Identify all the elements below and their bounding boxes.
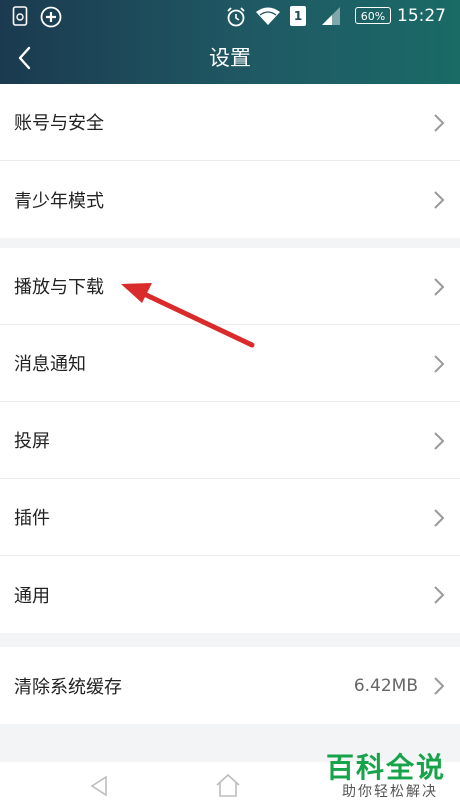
nav-back-button[interactable] [88, 774, 110, 798]
phone-icon [12, 6, 28, 26]
row-label: 播放与下载 [14, 277, 104, 298]
wifi-icon [256, 7, 280, 25]
settings-row-notifications[interactable]: 消息通知 [0, 325, 460, 402]
row-label: 消息通知 [14, 354, 86, 375]
row-label: 账号与安全 [14, 113, 104, 134]
settings-group-cache: 清除系统缓存 6.42MB [0, 647, 460, 724]
battery-indicator: 60% [355, 7, 391, 24]
chevron-right-icon [434, 278, 445, 296]
row-label: 青少年模式 [14, 190, 104, 212]
triangle-back-icon [90, 775, 107, 797]
alarm-icon [227, 7, 245, 27]
plus-circle-icon [40, 6, 62, 28]
chevron-right-icon [434, 432, 445, 450]
chevron-right-icon [434, 355, 445, 373]
settings-group-account: 账号与安全 青少年模式 [0, 84, 460, 238]
cache-size-value: 6.42MB [353, 675, 418, 696]
chevron-right-icon [434, 677, 445, 695]
nav-home-button[interactable] [214, 772, 242, 798]
chevron-right-icon [434, 114, 445, 132]
row-label: 通用 [14, 585, 50, 607]
settings-row-playback-download[interactable]: 播放与下载 [0, 248, 460, 325]
settings-row-teen-mode[interactable]: 青少年模式 [0, 161, 460, 238]
settings-row-cast[interactable]: 投屏 [0, 402, 460, 479]
settings-row-account-security[interactable]: 账号与安全 [0, 84, 460, 161]
signal-icon [322, 7, 340, 25]
home-icon [216, 773, 240, 797]
chevron-right-icon [434, 191, 445, 209]
row-label: 插件 [14, 508, 50, 529]
settings-row-clear-cache[interactable]: 清除系统缓存 6.42MB [0, 647, 460, 724]
chevron-right-icon [434, 586, 445, 604]
top-bar: 1 60% 15:27 设置 [0, 0, 460, 84]
status-bar: 1 60% 15:27 [0, 0, 460, 34]
row-label: 投屏 [14, 431, 50, 452]
settings-group-general: 播放与下载 消息通知 投屏 插件 通用 [0, 248, 460, 633]
page-title: 设置 [209, 46, 251, 70]
row-label: 清除系统缓存 [14, 676, 122, 698]
settings-row-plugins[interactable]: 插件 [0, 479, 460, 556]
watermark-tagline: 助你轻松解决 [342, 784, 438, 800]
watermark-logo-text: 百科全说 [325, 751, 446, 784]
settings-row-general[interactable]: 通用 [0, 556, 460, 633]
sim-slot-badge: 1 [290, 6, 306, 26]
chevron-right-icon [434, 509, 445, 527]
clock: 15:27 [397, 6, 446, 26]
